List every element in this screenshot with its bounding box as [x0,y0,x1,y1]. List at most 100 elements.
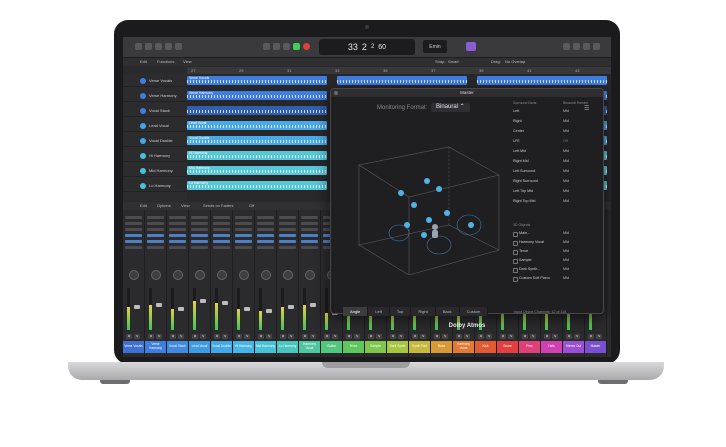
solo-button[interactable]: S [332,334,338,339]
plugin-slot[interactable] [235,222,252,225]
render-mode[interactable]: Mid [563,276,569,280]
plugin-slot[interactable] [257,228,274,231]
mixer-menu-item[interactable]: Sends on Faders [203,203,233,208]
track-header[interactable]: Verse Harmony [123,91,187,102]
solo-button[interactable]: S [156,334,162,339]
solo-button[interactable]: S [420,334,426,339]
mode-button[interactable] [466,42,476,51]
volume-fader[interactable] [244,307,250,311]
key-signature[interactable]: Emin [423,40,447,53]
object-row[interactable]: Main... Mid [513,231,599,238]
solo-button[interactable]: S [354,334,360,339]
volume-fader[interactable] [288,305,294,310]
channel-name[interactable]: Stereo Out [563,341,584,353]
mute-button[interactable]: M [302,334,308,339]
plugin-slot[interactable] [235,228,252,231]
solo-button[interactable]: S [552,334,558,339]
solo-button[interactable]: S [244,334,250,339]
pan-knob[interactable] [173,270,183,280]
track-region[interactable]: Hi Harmony [187,151,327,160]
plugin-slot[interactable] [301,246,318,249]
volume-fader[interactable] [222,301,228,306]
plugin-slot[interactable] [147,240,164,243]
mixer-menu-item[interactable]: Edit [140,203,147,208]
edit-menu[interactable]: Edit [140,59,147,64]
mixer-menu-item[interactable]: Options [157,203,171,208]
mute-button[interactable]: M [500,334,506,339]
view-button-right[interactable]: Right [411,307,436,316]
view-button-back[interactable]: Back [435,307,460,316]
plugin-slot[interactable] [301,216,318,219]
render-mode[interactable]: Mid [563,129,569,133]
object-checkbox[interactable] [513,268,518,273]
view-button-top[interactable]: Top [389,307,412,316]
volume-fader[interactable] [156,303,162,308]
channel-name[interactable]: Verse Vocals [123,341,144,353]
render-mode[interactable]: Mid [563,258,569,262]
play-button[interactable] [293,43,300,50]
pan-knob[interactable] [305,270,315,280]
plugin-slot[interactable] [125,240,142,243]
track-region[interactable]: Lead Vocal [187,121,327,130]
render-mode[interactable]: Mid [563,249,569,253]
plugin-slot[interactable] [279,246,296,249]
solo-button[interactable]: S [310,334,316,339]
plugin-slot[interactable] [235,234,252,237]
mute-button[interactable]: M [126,334,132,339]
solo-button[interactable]: S [266,334,272,339]
surround-bed-row[interactable]: Right Surround Mid [513,179,599,186]
plugin-slot[interactable] [125,234,142,237]
plugin-slot[interactable] [191,234,208,237]
plugin-slot[interactable] [301,228,318,231]
solo-button[interactable]: S [596,334,602,339]
solo-button[interactable]: S [442,334,448,339]
plugin-slot[interactable] [169,246,186,249]
close-icon[interactable] [334,91,338,95]
plugin-slot[interactable] [191,222,208,225]
info-icon[interactable] [145,43,152,50]
track-region[interactable]: Lo Harmony [187,181,327,190]
object-row[interactable]: Custom Soft Piano Mid [513,276,599,283]
channel-name[interactable]: Vocal Double [211,341,232,353]
snap-value[interactable]: Smart [448,59,459,64]
plugin-slot[interactable] [235,240,252,243]
channel-name[interactable]: Hi Harmony [233,341,254,353]
mute-button[interactable]: M [544,334,550,339]
object-checkbox[interactable] [513,232,518,237]
solo-button[interactable]: S [222,334,228,339]
plugin-slot[interactable] [235,216,252,219]
plugin-slot[interactable] [279,240,296,243]
surround-bed-row[interactable]: Right Mid Mid [513,159,599,166]
plugin-slot[interactable] [191,216,208,219]
render-mode[interactable]: Mid [563,240,569,244]
channel-name[interactable]: Snare [497,341,518,353]
surround-bed-row[interactable]: Left Surround Mid [513,169,599,176]
volume-fader[interactable] [178,307,184,311]
channel-name[interactable]: Harmony Vocal [299,341,320,353]
track-region[interactable]: Verse Harmony [187,91,327,100]
track-region[interactable] [187,106,327,115]
channel-name[interactable]: Bass [431,341,452,353]
plugin-slot[interactable] [213,240,230,243]
solo-button[interactable]: S [398,334,404,339]
record-button[interactable] [303,43,310,50]
channel-name[interactable]: Sample [365,341,386,353]
track-region[interactable]: Verse Vocals [187,76,327,85]
browser-icon[interactable] [593,43,600,50]
track-header[interactable]: Lead Vocal [123,121,187,132]
plugin-slot[interactable] [125,246,142,249]
mute-button[interactable]: M [566,334,572,339]
volume-fader[interactable] [266,308,272,313]
render-mode[interactable]: Mid [563,159,569,163]
plugin-slot[interactable] [213,216,230,219]
object-row[interactable]: Sample Mid [513,258,599,265]
track-header[interactable]: Hi Harmony [123,151,187,162]
mute-button[interactable]: M [478,334,484,339]
plugin-slot[interactable] [147,216,164,219]
channel-name[interactable]: Lo Harmony [277,341,298,353]
surround-bed-row[interactable]: Center Mid [513,129,599,136]
volume-fader[interactable] [310,303,316,308]
plugin-slot[interactable] [257,216,274,219]
object-checkbox[interactable] [513,250,518,255]
plugin-slot[interactable] [147,246,164,249]
